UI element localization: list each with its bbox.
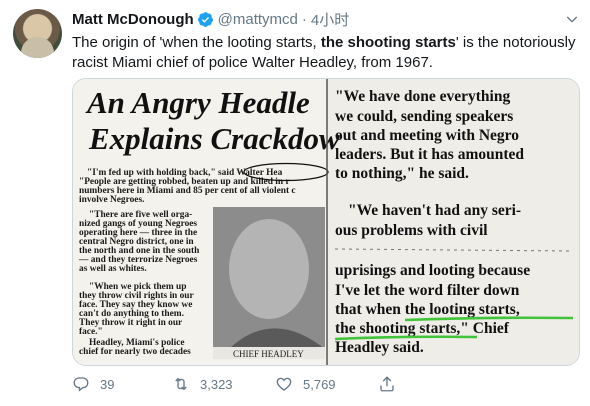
article-line: chief for nearly two decades xyxy=(79,347,191,357)
article-line: face." xyxy=(79,327,103,337)
retweet-icon xyxy=(175,377,187,391)
headline-line-1: An Angry Headle xyxy=(85,85,310,120)
author-display-name[interactable]: Matt McDonough xyxy=(72,11,194,28)
separator-dot: · xyxy=(301,10,307,28)
article-line: as well as whites. xyxy=(79,264,147,274)
article-line: "We haven't had any seri- xyxy=(348,202,521,219)
tweet-timestamp[interactable]: 4小时 xyxy=(311,9,349,30)
article-line: out and meeting with Negro xyxy=(335,127,519,144)
article-line: the shooting starts," Chief xyxy=(335,320,510,337)
tweet-text-start: The origin of 'when the looting starts, xyxy=(72,34,321,51)
article-line: I've let the word filter down xyxy=(335,282,520,299)
reply-button[interactable]: 39 xyxy=(72,375,172,393)
photo-caption: CHIEF HEADLEY xyxy=(233,349,304,359)
share-button[interactable] xyxy=(378,375,396,393)
retweet-button[interactable]: 3,323 xyxy=(172,375,275,393)
heart-icon xyxy=(276,377,292,391)
chief-photo-face xyxy=(229,219,309,319)
avatar-figure xyxy=(21,37,54,58)
article-line: involve Negroes. xyxy=(79,195,144,205)
article-line: that when the looting starts, xyxy=(335,301,520,318)
article-line: leaders. But it has amounted xyxy=(335,146,524,163)
like-count: 5,769 xyxy=(303,376,336,392)
article-line: uprisings and looting because xyxy=(335,262,530,279)
reply-count: 39 xyxy=(100,376,115,392)
retweet-count: 3,323 xyxy=(200,376,233,392)
avatar[interactable] xyxy=(13,9,62,58)
article-line: we could, sending speakers xyxy=(335,108,513,125)
tweet-media-image[interactable]: An Angry Headle Explains Crackdow "I'm f… xyxy=(72,78,580,366)
like-button[interactable]: 5,769 xyxy=(275,375,378,393)
tweet-header: Matt McDonough @mattymcd · 4小时 xyxy=(72,9,349,29)
tweet-text-bold: the shooting starts xyxy=(320,34,456,51)
article-line: Headley said. xyxy=(335,339,424,356)
author-handle[interactable]: @mattymcd xyxy=(218,11,298,28)
tweet-text: The origin of 'when the looting starts, … xyxy=(72,33,582,73)
headline-line-2: Explains Crackdow xyxy=(88,121,340,156)
verified-badge-icon xyxy=(197,11,213,27)
tweet[interactable]: Matt McDonough @mattymcd · 4小时 The origi… xyxy=(0,0,590,406)
share-icon xyxy=(380,376,394,392)
tweet-actions: 39 3,323 5,769 xyxy=(72,373,396,395)
chevron-down-icon[interactable] xyxy=(564,11,580,27)
article-line: ous problems with civil xyxy=(335,222,488,239)
newspaper-clipping: An Angry Headle Explains Crackdow "I'm f… xyxy=(73,79,579,365)
article-line: to nothing," he said. xyxy=(335,165,469,182)
reply-icon xyxy=(73,377,89,392)
article-line: "We have done everything xyxy=(335,88,510,105)
